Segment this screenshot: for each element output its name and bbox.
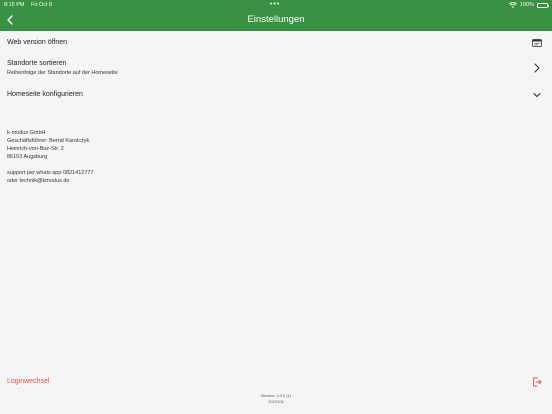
sort-locations-label: Standorte sortieren	[7, 60, 67, 67]
settings-screen: 8:15 PM Fri Oct 8 ••• 100% Einstellungen…	[0, 0, 552, 414]
status-bar: 8:15 PM Fri Oct 8 ••• 100%	[0, 0, 552, 10]
web-version-row[interactable]: Web version öffnen	[0, 33, 552, 53]
logout-row[interactable]: Loginwechsel	[0, 375, 552, 389]
logout-label: Loginwechsel	[7, 378, 50, 385]
battery-percent: 100%	[519, 2, 534, 8]
company-street: Heinrich-von-Buz-Str. 2	[7, 146, 64, 152]
configure-home-label: Homeseite konfigurieren	[7, 91, 83, 98]
company-info: k-modus GmbH Geschäftsführer: Bernd Karo…	[7, 129, 94, 185]
support-email: oder technik@kmodus.de	[7, 178, 70, 184]
logout-icon	[532, 377, 542, 387]
multitasking-dots[interactable]: •••	[270, 0, 280, 10]
chevron-down-icon	[532, 91, 542, 99]
browser-window-icon	[532, 38, 542, 48]
company-city: 86153 Augsburg	[7, 154, 48, 160]
support-phone: support per whats app 0821412777	[7, 170, 94, 176]
nav-header: 8:15 PM Fri Oct 8 ••• 100% Einstellungen	[0, 0, 552, 31]
status-time-date: 8:15 PM Fri Oct 8	[4, 0, 57, 10]
status-date: Fri Oct 8	[31, 2, 53, 8]
company-ceo: Geschäftsführer: Bernd Karolczyk	[7, 138, 90, 144]
company-name: k-modus GmbH	[7, 130, 46, 136]
wifi-icon	[508, 1, 517, 8]
sort-locations-sublabel: Reihenfolge der Standorte auf der Homese…	[7, 70, 118, 76]
battery-icon	[537, 2, 549, 8]
chevron-right-icon	[532, 62, 542, 74]
web-version-label: Web version öffnen	[7, 39, 68, 46]
app-version: Version: 1.0.0 (1) 2023106	[0, 393, 552, 404]
configure-home-row[interactable]: Homeseite konfigurieren	[0, 87, 552, 103]
sort-locations-row[interactable]: Standorte sortieren Reihenfolge der Stan…	[0, 56, 552, 82]
status-indicators: 100%	[508, 0, 549, 10]
version-build: 2023106	[268, 398, 284, 404]
page-title: Einstellungen	[247, 14, 305, 25]
status-time: 8:15 PM	[4, 2, 25, 8]
